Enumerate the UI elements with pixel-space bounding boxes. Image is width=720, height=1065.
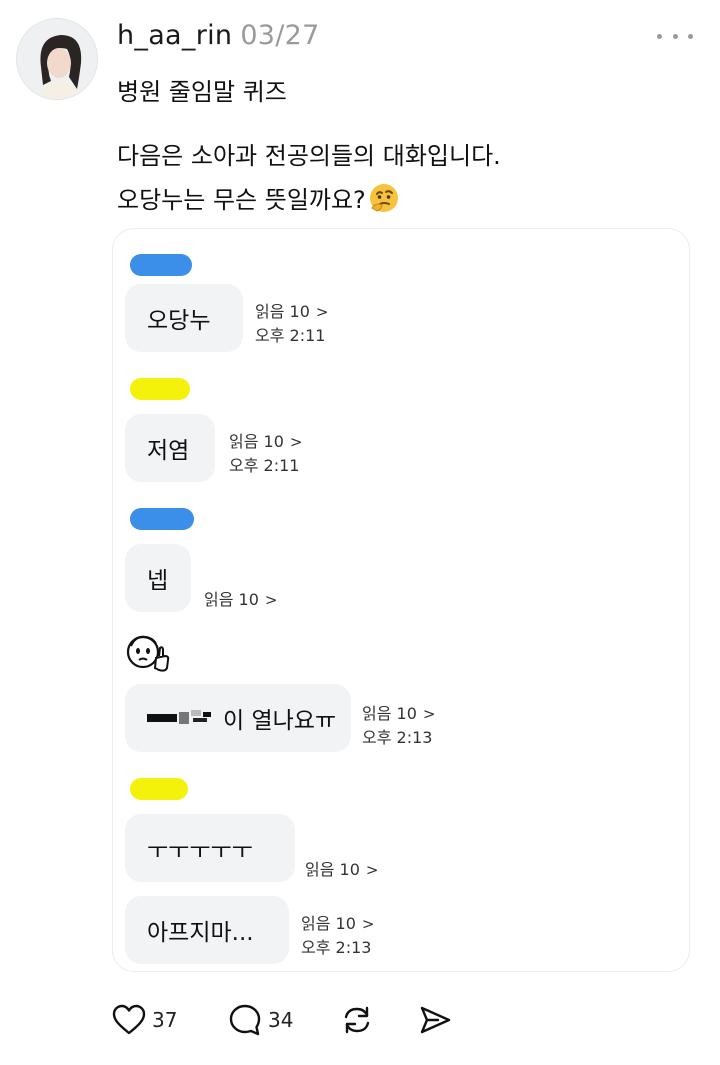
repost-button[interactable]: [340, 998, 374, 1042]
chevron-right-icon: >: [422, 705, 436, 723]
chat-bubble: 오당누: [125, 284, 243, 352]
message-text: 넵: [147, 568, 169, 594]
message-meta: 읽음 10 > 오후 2:13: [301, 912, 374, 960]
message-text: 이 열나요ㅠ: [223, 708, 337, 734]
message-meta: 읽음 10 >: [204, 588, 277, 612]
read-count: 읽음 10: [301, 914, 356, 933]
username[interactable]: h_aa_rin 03/27: [117, 20, 320, 51]
sender-name-redacted-yellow: [130, 378, 190, 400]
comment-icon: [229, 1004, 261, 1036]
post-body-line-2-text: 오당누는 무슨 뜻일까요?: [117, 186, 366, 214]
redacted-name-mark: [147, 710, 211, 724]
chevron-right-icon: >: [365, 861, 379, 879]
message-text: 아프지마...: [147, 920, 254, 946]
read-count: 읽음 10: [229, 432, 284, 451]
chevron-right-icon: >: [361, 915, 375, 933]
comment-count: 34: [268, 1008, 294, 1032]
chevron-right-icon: >: [264, 591, 278, 609]
chat-bubble: 넵: [125, 544, 191, 612]
heart-icon: [112, 1004, 146, 1035]
chat-bubble: 이 열나요ㅠ: [125, 684, 351, 752]
more-options-icon[interactable]: [657, 30, 693, 42]
post-date: 03/27: [240, 20, 320, 51]
share-button[interactable]: [418, 998, 452, 1042]
avatar[interactable]: [16, 18, 98, 100]
chat-bubble: ㅜㅜㅜㅜㅜ: [125, 814, 295, 882]
like-count: 37: [152, 1008, 178, 1032]
read-count: 읽음 10: [255, 302, 310, 321]
message-text: 오당누: [147, 308, 211, 334]
message-text: 저염: [147, 438, 190, 464]
message-meta: 읽음 10 > 오후 2:11: [255, 300, 328, 348]
post-action-bar: 37 34: [112, 998, 472, 1042]
chat-bubble: 아프지마...: [125, 896, 289, 964]
sender-name-redacted-blue: [130, 254, 192, 276]
chevron-right-icon: >: [315, 303, 329, 321]
message-meta: 읽음 10 > 오후 2:11: [229, 430, 302, 478]
message-meta: 읽음 10 >: [305, 858, 378, 882]
message-time: 오후 2:11: [255, 326, 326, 345]
username-text[interactable]: h_aa_rin: [117, 20, 232, 51]
message-text: ㅜㅜㅜㅜㅜ: [147, 838, 253, 864]
read-count: 읽음 10: [204, 590, 259, 609]
sender-name-redacted-blue: [130, 508, 194, 530]
send-icon: [420, 1006, 451, 1034]
like-button[interactable]: 37: [112, 998, 177, 1042]
sender-avatar-emoji-icon: [126, 635, 170, 672]
comment-button[interactable]: 34: [228, 998, 293, 1042]
post-body-line-1: 다음은 소아과 전공의들의 대화입니다.: [117, 142, 501, 170]
repost-icon: [344, 1006, 370, 1034]
message-time: 오후 2:13: [362, 728, 433, 747]
read-count: 읽음 10: [305, 860, 360, 879]
message-meta: 읽음 10 > 오후 2:13: [362, 702, 435, 750]
sender-name-redacted-yellow: [130, 778, 188, 800]
thinking-face-icon: [369, 184, 398, 212]
read-count: 읽음 10: [362, 704, 417, 723]
post-body-line-2: 오당누는 무슨 뜻일까요?: [117, 180, 400, 215]
message-time: 오후 2:13: [301, 938, 372, 957]
chat-bubble: 저염: [125, 414, 215, 482]
message-time: 오후 2:11: [229, 456, 300, 475]
post-title: 병원 줄임말 퀴즈: [117, 78, 287, 106]
chevron-right-icon: >: [289, 433, 303, 451]
